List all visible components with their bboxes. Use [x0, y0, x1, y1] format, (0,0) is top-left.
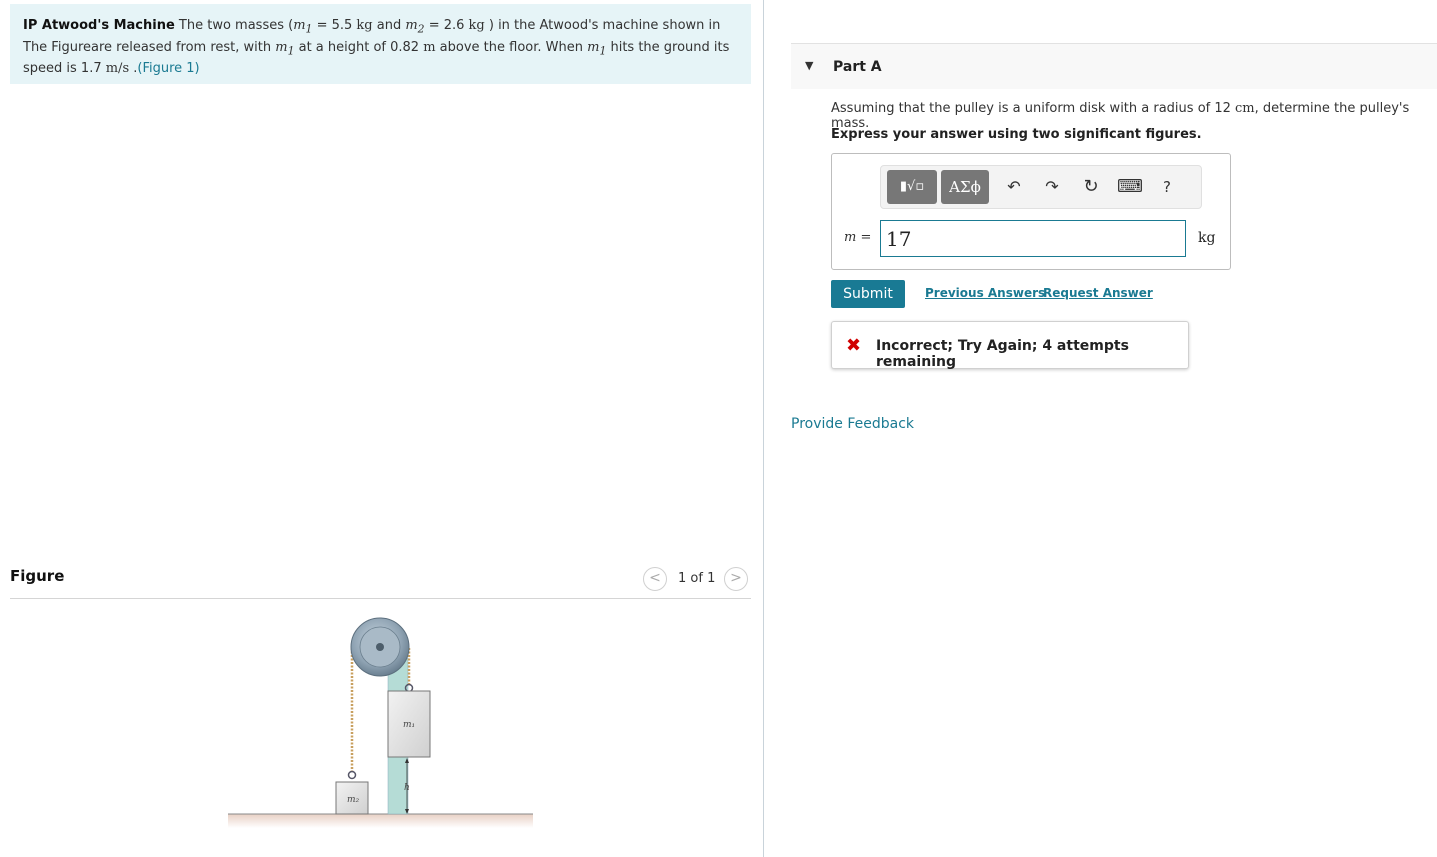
- collapse-caret-icon[interactable]: ▼: [805, 59, 813, 72]
- m2-value: = 2.6: [424, 18, 469, 33]
- speed-unit: m/s: [105, 61, 130, 77]
- problem-and: and: [372, 18, 406, 33]
- templates-button[interactable]: ▮√▫: [887, 170, 937, 204]
- part-a-header[interactable]: ▼ Part A: [791, 43, 1437, 89]
- request-answer-link[interactable]: Request Answer: [1043, 286, 1153, 300]
- problem-text-4: above the floor. When: [435, 39, 588, 55]
- answer-unit: kg: [1198, 230, 1216, 246]
- answer-input[interactable]: [880, 220, 1186, 257]
- figure-prev-button[interactable]: <: [643, 567, 667, 591]
- greek-symbols-button[interactable]: ΑΣϕ: [941, 170, 989, 204]
- reset-icon[interactable]: ↻: [1079, 175, 1103, 199]
- figure-page-count: 1 of 1: [678, 571, 716, 586]
- part-a-title: Part A: [833, 59, 882, 75]
- m2-hook: [347, 770, 357, 780]
- question-text-a: Assuming that the pulley is a uniform di…: [831, 101, 1236, 116]
- question-unit: cm: [1235, 101, 1255, 116]
- m2-subscript: 2: [417, 22, 425, 36]
- undo-icon[interactable]: ↶: [1002, 175, 1026, 199]
- mass-m2-label: m₂: [347, 795, 360, 805]
- m2-unit: kg: [468, 18, 485, 33]
- submit-button[interactable]: Submit: [831, 280, 905, 308]
- error-x-icon: ✖: [846, 335, 862, 356]
- problem-text-3: at a height of 0.82: [294, 39, 424, 55]
- problem-text-1: The two masses (: [174, 18, 294, 33]
- atwood-machine-illustration: m₁ m₂ h: [228, 617, 533, 828]
- feedback-message: Incorrect; Try Again; 4 attempts remaini…: [876, 338, 1129, 370]
- provide-feedback-link[interactable]: Provide Feedback: [791, 416, 914, 432]
- height-label: h: [404, 783, 410, 793]
- m1-symbol: m: [293, 18, 306, 33]
- mass-m1-label: m₁: [403, 720, 415, 730]
- panel-divider: [763, 0, 764, 857]
- m2-symbol: m: [405, 18, 418, 33]
- m1-unit: kg: [356, 18, 373, 33]
- problem-title: IP Atwood's Machine: [23, 18, 175, 33]
- answer-instruction: Express your answer using two significan…: [831, 127, 1202, 142]
- keyboard-icon[interactable]: ⌨: [1117, 175, 1143, 199]
- previous-answers-link[interactable]: Previous Answers: [925, 286, 1045, 300]
- m1-value: = 5.5: [312, 18, 357, 33]
- height-unit: m: [423, 39, 436, 55]
- m1-symbol-3: m: [587, 39, 600, 55]
- figure-link[interactable]: (Figure 1): [137, 61, 199, 76]
- figure-title: Figure: [10, 567, 65, 585]
- figure-header: Figure < 1 of 1 >: [10, 565, 751, 599]
- floor: [228, 814, 533, 828]
- incorrect-feedback: ✖ Incorrect; Try Again; 4 attempts remai…: [831, 321, 1189, 370]
- answer-variable-label: m =: [844, 230, 872, 245]
- problem-statement: IP Atwood's Machine The two masses (m1 =…: [10, 4, 751, 84]
- answer-box: ▮√▫ ΑΣϕ ↶ ↷ ↻ ⌨ ? m = kg: [831, 153, 1231, 270]
- figure-next-button[interactable]: >: [724, 567, 748, 591]
- atwood-machine-figure: m₁ m₂ h: [220, 612, 540, 842]
- m1-symbol-2: m: [275, 39, 288, 55]
- redo-icon[interactable]: ↷: [1040, 175, 1064, 199]
- help-icon[interactable]: ?: [1155, 175, 1179, 199]
- math-toolbar: ▮√▫ ΑΣϕ ↶ ↷ ↻ ⌨ ?: [880, 165, 1202, 209]
- pulley-axle: [376, 643, 384, 651]
